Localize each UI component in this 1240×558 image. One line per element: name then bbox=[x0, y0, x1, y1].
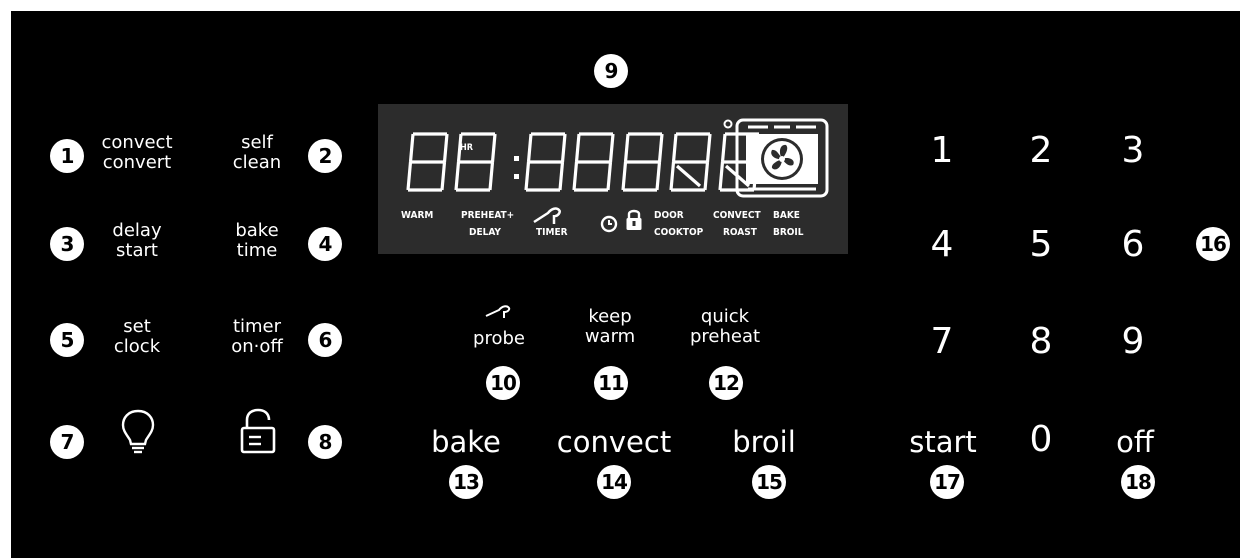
timer-on-off-label-1: timer bbox=[232, 316, 282, 337]
degree-icon bbox=[723, 119, 733, 129]
warm-indicator: WARM bbox=[401, 210, 434, 221]
convect-convert-label-2: convert bbox=[102, 152, 172, 173]
display-digit bbox=[406, 132, 449, 192]
quick-preheat-button[interactable]: quick preheat bbox=[690, 307, 760, 347]
lcd-display: HR WARM PREHEAT+ DELAY TIMER DOOR COOKTO… bbox=[378, 104, 848, 254]
preheat-indicator: PREHEAT+ bbox=[461, 210, 515, 221]
key-6[interactable]: 6 bbox=[1122, 225, 1145, 265]
timer-indicator: TIMER bbox=[536, 227, 568, 238]
probe-button-icon bbox=[485, 305, 511, 318]
callout-2: 2 bbox=[308, 139, 342, 173]
callout-14: 14 bbox=[597, 465, 631, 499]
probe-label: probe bbox=[473, 328, 525, 349]
delay-start-label-2: start bbox=[116, 240, 158, 261]
set-clock-label-2: clock bbox=[113, 336, 161, 357]
convect-indicator: CONVECT bbox=[713, 210, 761, 221]
self-clean-button[interactable]: self clean bbox=[233, 133, 281, 173]
lock-icon[interactable] bbox=[238, 408, 278, 458]
convect-convert-label-1: convect bbox=[101, 132, 173, 153]
display-digit bbox=[572, 132, 615, 192]
bake-indicator: BAKE bbox=[773, 210, 800, 221]
oven-fan-icon bbox=[735, 118, 829, 198]
start-button[interactable]: start bbox=[909, 426, 977, 458]
callout-3: 3 bbox=[50, 227, 84, 261]
broil-indicator: BROIL bbox=[773, 227, 804, 238]
key-7[interactable]: 7 bbox=[931, 322, 954, 362]
display-digit bbox=[524, 132, 567, 192]
callout-1: 1 bbox=[50, 139, 84, 173]
self-clean-label-2: clean bbox=[232, 152, 282, 173]
key-0[interactable]: 0 bbox=[1030, 420, 1053, 460]
key-4[interactable]: 4 bbox=[931, 225, 954, 265]
callout-17: 17 bbox=[930, 465, 964, 499]
delay-indicator: DELAY bbox=[469, 227, 501, 238]
callout-18: 18 bbox=[1121, 465, 1155, 499]
keep-warm-button[interactable]: keep warm bbox=[585, 307, 635, 347]
callout-11: 11 bbox=[594, 366, 628, 400]
key-8[interactable]: 8 bbox=[1030, 322, 1053, 362]
key-1[interactable]: 1 bbox=[931, 131, 954, 171]
door-indicator: DOOR bbox=[654, 210, 684, 221]
lock-indicator-icon bbox=[626, 209, 642, 230]
key-3[interactable]: 3 bbox=[1122, 131, 1145, 171]
callout-16: 16 bbox=[1196, 227, 1230, 261]
roast-indicator: ROAST bbox=[723, 227, 757, 238]
key-5[interactable]: 5 bbox=[1030, 225, 1053, 265]
timer-on-off-button[interactable]: timer on·off bbox=[231, 317, 283, 357]
bake-button[interactable]: bake bbox=[431, 426, 501, 458]
set-clock-label-1: set bbox=[123, 316, 151, 337]
timer-on-off-label-2: on·off bbox=[231, 336, 283, 357]
hr-indicator: HR bbox=[460, 143, 474, 153]
display-digit bbox=[669, 132, 712, 192]
quick-preheat-label-1: quick bbox=[700, 306, 750, 327]
callout-15: 15 bbox=[752, 465, 786, 499]
key-2[interactable]: 2 bbox=[1030, 131, 1053, 171]
callout-9: 9 bbox=[594, 54, 628, 88]
bake-time-label-2: time bbox=[236, 240, 278, 261]
bake-time-button[interactable]: bake time bbox=[235, 221, 278, 261]
callout-6: 6 bbox=[308, 323, 342, 357]
callout-8: 8 bbox=[308, 425, 342, 459]
broil-button[interactable]: broil bbox=[732, 426, 796, 458]
display-digit bbox=[621, 132, 664, 192]
off-button[interactable]: off bbox=[1116, 426, 1154, 458]
quick-preheat-label-2: preheat bbox=[689, 326, 761, 347]
key-9[interactable]: 9 bbox=[1122, 322, 1145, 362]
callout-13: 13 bbox=[449, 465, 483, 499]
keep-warm-label-1: keep bbox=[588, 306, 632, 327]
light-bulb-icon[interactable] bbox=[118, 408, 158, 458]
bake-time-label-1: bake bbox=[235, 220, 279, 241]
delay-start-button[interactable]: delay start bbox=[112, 221, 161, 261]
clock-icon bbox=[600, 215, 618, 233]
callout-12: 12 bbox=[709, 366, 743, 400]
callout-7: 7 bbox=[50, 425, 84, 459]
callout-10: 10 bbox=[486, 366, 520, 400]
delay-start-label-1: delay bbox=[112, 220, 162, 241]
probe-button[interactable]: probe bbox=[473, 329, 525, 349]
convect-button[interactable]: convect bbox=[557, 426, 671, 458]
set-clock-button[interactable]: set clock bbox=[114, 317, 160, 357]
keep-warm-label-2: warm bbox=[584, 326, 636, 347]
self-clean-label-1: self bbox=[241, 132, 273, 153]
cooktop-indicator: COOKTOP bbox=[654, 227, 704, 238]
callout-4: 4 bbox=[308, 227, 342, 261]
callout-5: 5 bbox=[50, 323, 84, 357]
probe-indicator-icon bbox=[533, 207, 561, 224]
convect-convert-button[interactable]: convect convert bbox=[102, 133, 173, 173]
